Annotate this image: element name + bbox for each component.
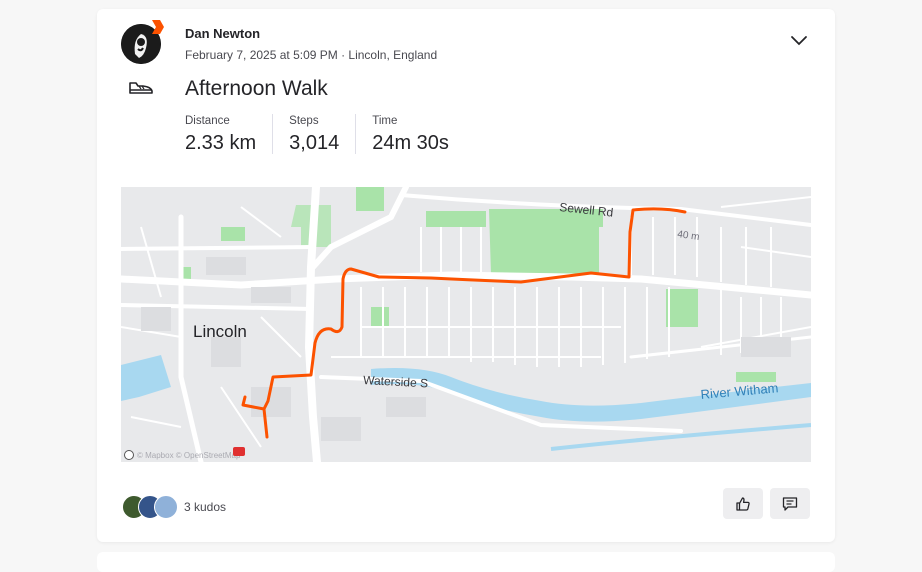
activity-date-location: February 7, 2025 at 5:09 PM · Lincoln, E… [185,48,438,62]
route-map-canvas: Lincoln Sewell Rd Waterside S River With… [121,187,811,462]
walking-shoe-icon [129,82,153,94]
mapbox-logo-icon [124,450,134,460]
stat-steps: Steps 3,014 [289,114,357,154]
stat-label: Time [372,115,398,127]
comment-icon [782,496,798,511]
stat-value: 2.33 km [185,132,257,154]
activity-card: Dan Newton February 7, 2025 at 5:09 PM ·… [97,9,835,542]
kudo-avatar [154,495,178,519]
thumbs-up-icon [736,496,750,511]
next-activity-card [97,552,835,572]
give-kudos-button[interactable] [723,488,763,519]
stat-time: Time 24m 30s [372,114,465,154]
route-map[interactable]: Lincoln Sewell Rd Waterside S River With… [121,187,811,462]
map-attribution[interactable]: © Mapbox © OpenStreetMap [137,451,241,460]
kudos-avatars[interactable] [122,495,182,519]
stat-label: Distance [185,115,230,127]
rail-station-icon [233,447,245,456]
activity-stats: Distance 2.33 km Steps 3,014 Time 24m 30… [185,114,481,154]
comment-button[interactable] [770,488,810,519]
athlete-name[interactable]: Dan Newton [185,26,260,41]
kudos-count[interactable]: 3 kudos [184,500,226,514]
activity-title[interactable]: Afternoon Walk [185,77,328,101]
chevron-down-icon[interactable] [789,33,809,49]
stat-distance: Distance 2.33 km [185,114,274,154]
stat-label: Steps [289,115,319,127]
map-label-city: Lincoln [193,322,247,341]
stat-value: 3,014 [289,132,340,154]
subscriber-badge-icon [152,20,164,34]
stat-value: 24m 30s [372,132,449,154]
